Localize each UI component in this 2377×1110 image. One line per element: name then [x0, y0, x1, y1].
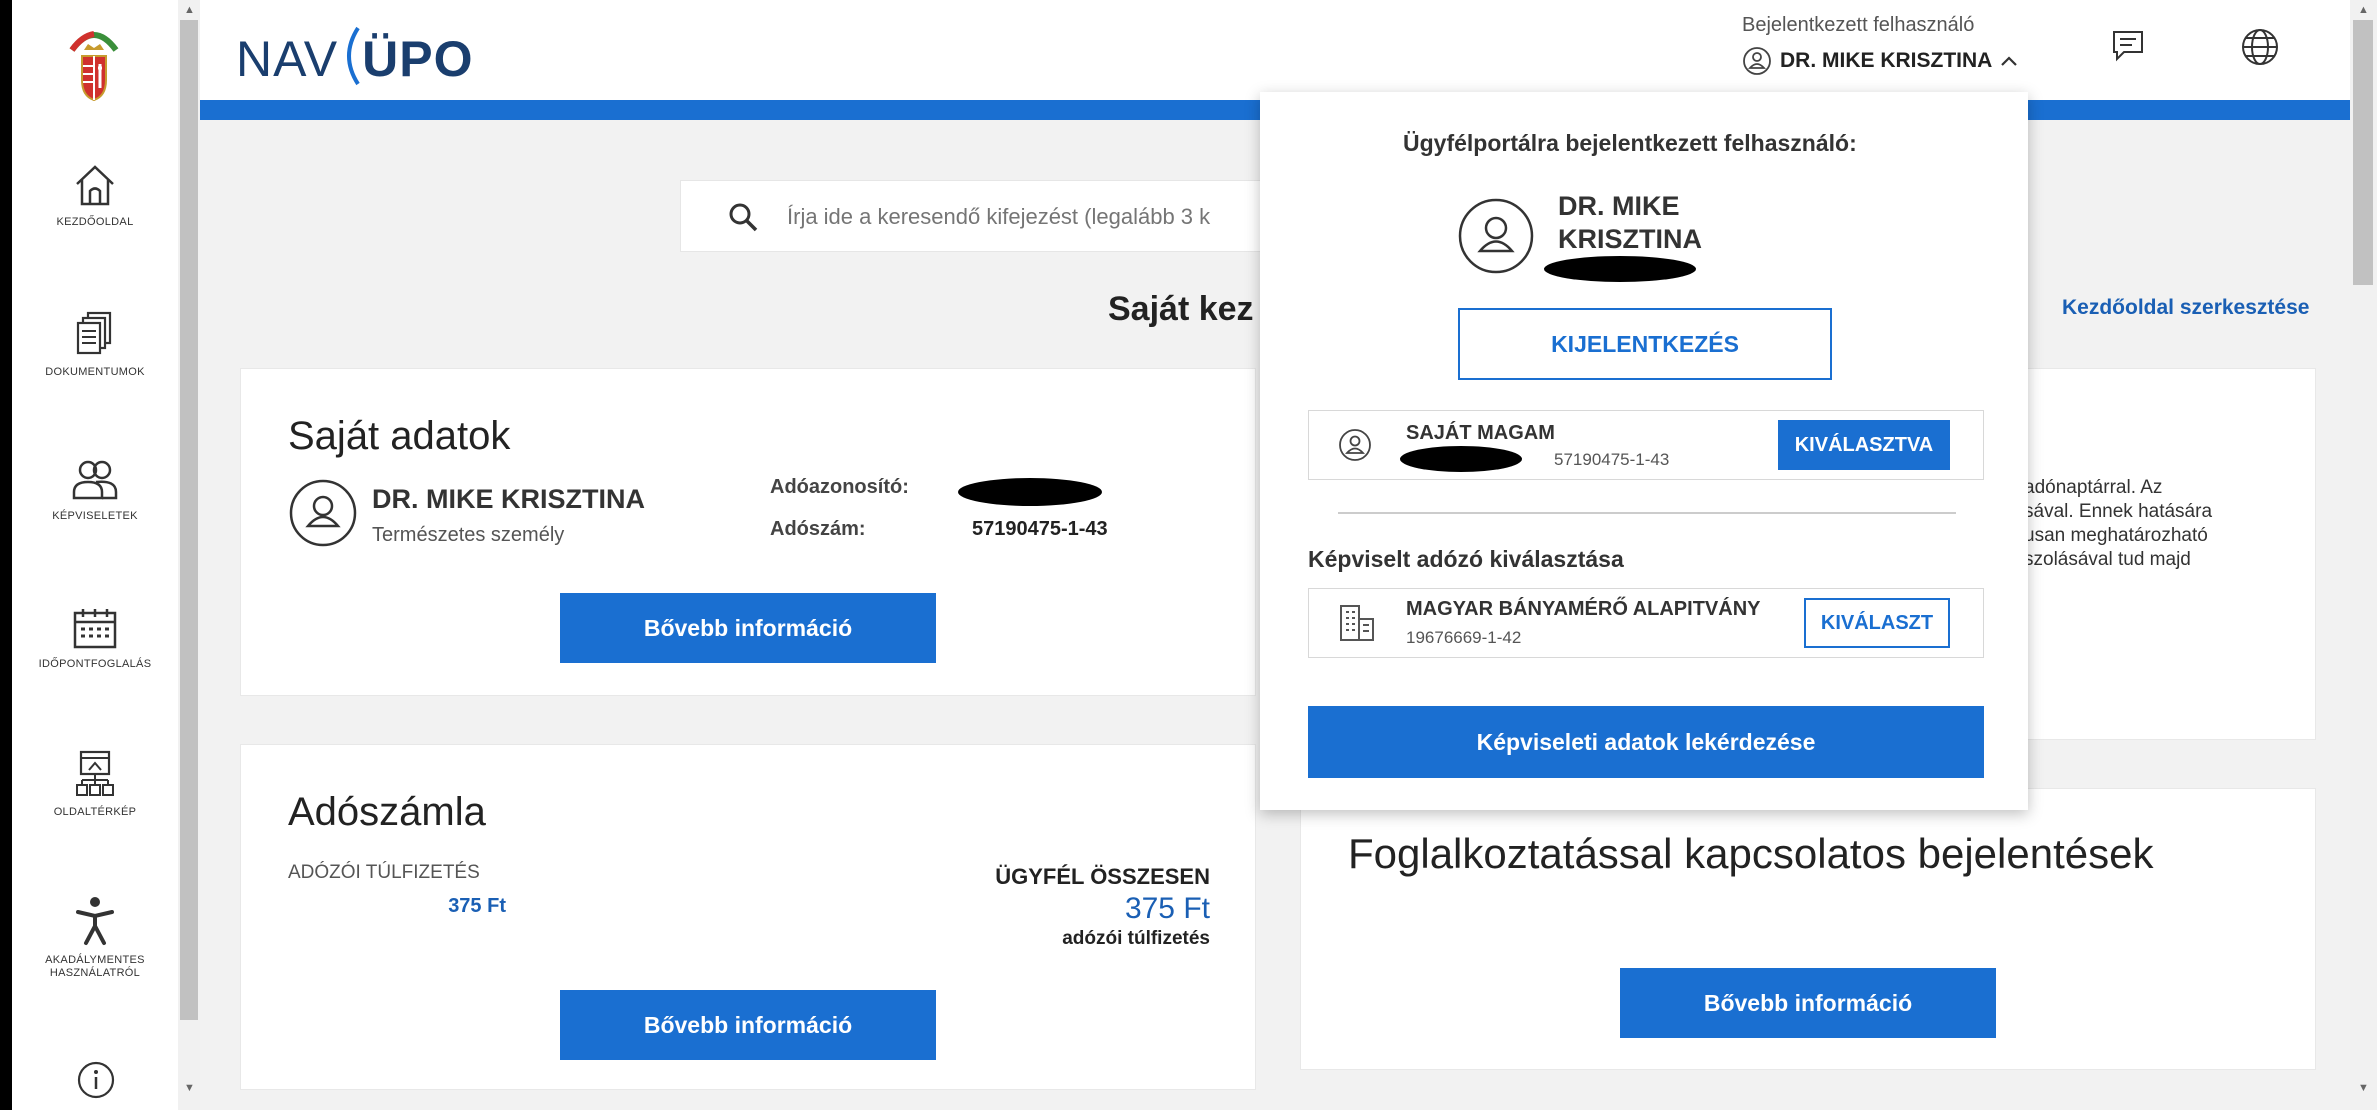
tax-number-label: Adószám:: [770, 518, 866, 540]
own-data-person-type: Természetes személy: [372, 524, 565, 546]
redacted-user-id: [1544, 256, 1696, 282]
scroll-up-arrow-icon[interactable]: ▲: [2358, 4, 2369, 16]
scroll-down-arrow-icon[interactable]: ▼: [2358, 1082, 2369, 1094]
employment-more-info-button[interactable]: Bővebb információ: [1620, 968, 1996, 1038]
info-icon[interactable]: [76, 1060, 116, 1100]
search-icon: [729, 203, 758, 232]
user-caption: Bejelentkezett felhasználó: [1742, 14, 1975, 36]
organization-id: 19676669-1-42: [1406, 628, 1522, 647]
total-label: ÜGYFÉL ÖSSZESEN: [995, 864, 1210, 889]
user-name: DR. MIKE KRISZTINA: [1780, 49, 1993, 72]
hungarian-crest-logo: [69, 31, 119, 102]
chevron-up-icon: [2001, 56, 2018, 66]
redacted-self-id: [1400, 446, 1522, 472]
user-menu-toggle[interactable]: DR. MIKE KRISZTINA: [1742, 46, 2018, 76]
globe-icon[interactable]: [2240, 27, 2280, 67]
home-icon: [76, 165, 114, 206]
self-user-icon: [1339, 429, 1371, 461]
building-icon: [1340, 605, 1374, 641]
overpay-label: ADÓZÓI TÚLFIZETÉS: [288, 862, 480, 883]
sidebar-item-label: KEZDŐOLDAL: [56, 216, 134, 228]
account-title: Adószámla: [288, 790, 486, 834]
logout-button[interactable]: KIJELENTKEZÉS: [1458, 308, 1832, 380]
sidebar-item-label: DOKUMENTUMOK: [45, 366, 145, 378]
total-value: 375 Ft: [1124, 892, 1210, 925]
account-more-info-button[interactable]: Bővebb információ: [560, 990, 936, 1060]
sitemap-icon: [76, 750, 114, 796]
logo-arc-icon: [347, 26, 360, 86]
calendar-icon: [73, 609, 117, 649]
total-note: adózói túlfizetés: [1062, 928, 1210, 949]
organization-name: MAGYAR BÁNYAMÉRŐ ALAPITVÁNY: [1406, 598, 1761, 620]
page-scrollbar-thumb[interactable]: [2353, 20, 2373, 285]
own-data-name: DR. MIKE KRISZTINA: [372, 484, 645, 514]
sidebar-item-label: KÉPVISELETEK: [52, 510, 138, 522]
search-box[interactable]: [680, 180, 1340, 252]
represented-taxpayer-heading: Képviselt adózó kiválasztása: [1308, 546, 1624, 572]
dropdown-user-avatar-icon: [1458, 198, 1534, 274]
header: [200, 0, 2350, 100]
select-organization-button[interactable]: KIVÁLASZT: [1804, 598, 1950, 648]
own-data-more-info-button[interactable]: Bővebb információ: [560, 593, 936, 663]
scroll-up-arrow-icon[interactable]: ▲: [184, 4, 195, 16]
tax-calendar-text: adónaptárral. Az sával. Ennek hatására u…: [2024, 476, 2212, 572]
divider: [1338, 512, 1956, 514]
sidebar-item-home[interactable]: KEZDŐOLDAL: [12, 162, 178, 229]
text-line: sával. Ennek hatására: [2024, 501, 2213, 522]
sidebar-scrollbar-thumb[interactable]: [180, 20, 198, 1020]
sidebar-item-accessibility[interactable]: AKADÁLYMENTES HASZNÁLATRÓL: [12, 896, 178, 980]
documents-icon: [76, 311, 112, 355]
representations-icon: [72, 460, 118, 500]
overpay-value: 375 Ft: [448, 895, 506, 917]
text-line: szolásával tud majd: [2024, 549, 2191, 570]
tax-id-label: Adóazonosító:: [770, 476, 909, 498]
sidebar-item-documents[interactable]: DOKUMENTUMOK: [12, 310, 178, 379]
person-avatar-icon: [289, 479, 357, 547]
nav-upo-logo[interactable]: NAV ÜPO: [236, 24, 473, 88]
logo-brand: ÜPO: [362, 31, 474, 87]
self-id: 57190475-1-43: [1554, 450, 1670, 469]
text-line: adónaptárral. Az: [2024, 477, 2163, 498]
sidebar-item-label: IDŐPONTFOGLALÁS: [38, 658, 152, 670]
screenshot-border: [0, 0, 12, 1110]
sidebar-item-sitemap[interactable]: OLDALTÉRKÉP: [12, 750, 178, 819]
accessibility-icon: [76, 897, 114, 945]
self-title: SAJÁT MAGAM: [1406, 422, 1555, 444]
redacted-tax-id: [958, 478, 1102, 506]
logo-prefix: NAV: [236, 31, 339, 87]
name-line: KRISZTINA: [1558, 224, 1702, 254]
search-input[interactable]: [787, 201, 1307, 233]
text-line: usan meghatározható: [2024, 525, 2208, 546]
sidebar-item-representations[interactable]: KÉPVISELETEK: [12, 458, 178, 523]
selected-button[interactable]: KIVÁLASZTVA: [1778, 420, 1950, 470]
dropdown-heading: Ügyfélportálra bejelentkezett felhasznál…: [1403, 130, 1857, 156]
tax-number-value: 57190475-1-43: [972, 518, 1108, 540]
messages-icon[interactable]: [2110, 28, 2146, 64]
own-data-title: Saját adatok: [288, 414, 511, 458]
sidebar-item-label: AKADÁLYMENTES HASZNÁLATRÓL: [45, 954, 145, 979]
scroll-down-arrow-icon[interactable]: ▼: [184, 1082, 195, 1094]
sidebar-item-appointments[interactable]: IDŐPONTFOGLALÁS: [12, 606, 178, 671]
edit-homepage-link[interactable]: Kezdőoldal szerkesztése: [2062, 296, 2309, 320]
page-section-title: Saját kez: [1108, 290, 1254, 328]
employment-title: Foglalkoztatással kapcsolatos bejelentés…: [1348, 830, 2154, 877]
query-representation-button[interactable]: Képviseleti adatok lekérdezése: [1308, 706, 1984, 778]
user-avatar-icon: [1743, 47, 1771, 75]
sidebar-item-label: OLDALTÉRKÉP: [53, 806, 137, 818]
dropdown-user-name: DR. MIKE KRISZTINA: [1558, 190, 1702, 256]
name-line: DR. MIKE: [1558, 191, 1680, 221]
